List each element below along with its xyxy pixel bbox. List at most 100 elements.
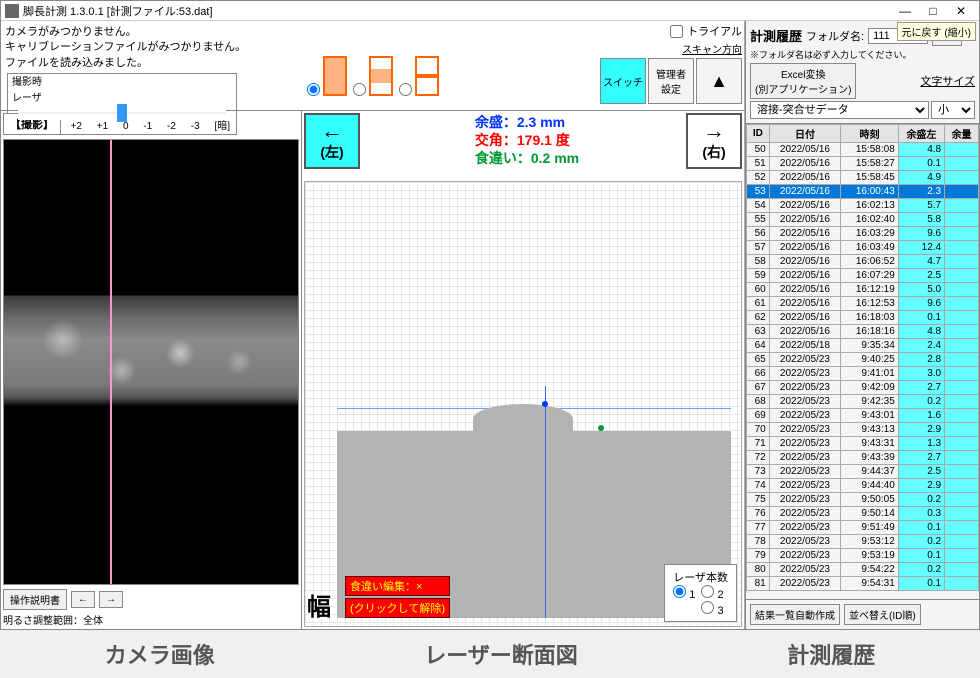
table-row[interactable]: 812022/05/239:54:310.1 — [747, 577, 979, 591]
table-row[interactable]: 642022/05/189:35:342.4 — [747, 339, 979, 353]
history-footer: 結果一覧自動作成 並べ替え(ID順) — [746, 599, 979, 629]
laser-count-label: レーザ本数 — [673, 569, 728, 585]
window-buttons: — □ ✕ — [891, 2, 975, 20]
center-line — [545, 386, 546, 618]
sort-by-id-button[interactable]: 並べ替え(ID順) — [844, 604, 921, 625]
table-row[interactable]: 752022/05/239:50:050.2 — [747, 493, 979, 507]
table-row[interactable]: 592022/05/1616:07:292.5 — [747, 269, 979, 283]
titlebar: 脚長計測 1.3.0.1 [計測ファイル:53.dat] — □ ✕ — [1, 1, 979, 21]
maximize-button[interactable]: □ — [919, 2, 947, 20]
msg-line1: カメラがみつかりません。 — [5, 25, 297, 40]
history-panel: 計測履歴 フォルダ名: 参照 ※フォルダ名は必ず入力してください。 Excel変… — [745, 21, 979, 629]
caption-history: 計測履歴 — [787, 638, 875, 670]
weld-mode-2[interactable] — [353, 56, 393, 99]
laser-column: ← (左) 余盛：2.3 mm 交角：179.1 度 食違い：0.2 mm → … — [301, 111, 744, 629]
table-row[interactable]: 582022/05/1616:06:524.7 — [747, 255, 979, 269]
left-area: カメラがみつかりません。 キャリブレーションファイルがみつかりません。 ファイル… — [1, 21, 745, 629]
arrow-right-icon: → — [703, 120, 725, 142]
table-row[interactable]: 502022/05/1615:58:084.8 — [747, 143, 979, 157]
trial-label: トライアル — [687, 23, 742, 39]
admin-settings-button[interactable]: 管理者 設定 — [648, 58, 694, 104]
table-row[interactable]: 762022/05/239:50:140.3 — [747, 507, 979, 521]
weld-noise — [4, 140, 298, 584]
window-title: 脚長計測 1.3.0.1 [計測ファイル:53.dat] — [23, 3, 891, 19]
history-header-row: ID 日付 時刻 余盛左 余量 — [747, 125, 979, 143]
table-row[interactable]: 742022/05/239:44:402.9 — [747, 479, 979, 493]
table-row[interactable]: 622022/05/1616:18:030.1 — [747, 311, 979, 325]
camera-left-button[interactable]: ← — [71, 591, 95, 608]
excel-export-button[interactable]: Excel変換 (別アプリケーション) — [750, 63, 856, 99]
angle-value: 179.1 度 — [517, 132, 570, 148]
slider-head-left: 撮影時 — [12, 76, 42, 90]
brightness-range-label: 明るさ調整範囲：全体 — [3, 612, 299, 627]
data-type-select[interactable]: 溶接-突合せデータ — [750, 101, 929, 119]
profile-left-button[interactable]: ← (左) — [304, 113, 360, 169]
app-window: 脚長計測 1.3.0.1 [計測ファイル:53.dat] — □ ✕ 元に戻す … — [0, 0, 980, 630]
laser-count-2[interactable]: 2 — [701, 585, 723, 601]
table-row[interactable]: 652022/05/239:40:252.8 — [747, 353, 979, 367]
minimize-button[interactable]: — — [891, 2, 919, 20]
laser-count-1[interactable]: 1 — [673, 585, 695, 601]
misalign-edit-label[interactable]: 食違い編集：× — [345, 576, 450, 596]
folder-note: ※フォルダ名は必ず入力してください。 — [750, 48, 975, 61]
edit-status-labels[interactable]: 食違い編集：× (クリックして解除) — [345, 576, 450, 620]
table-row[interactable]: 522022/05/1615:58:454.9 — [747, 171, 979, 185]
edge-marker — [598, 425, 604, 431]
camera-column: 【撮影】 操作説明書 ← → 明るさ調整範囲：全体 — [1, 111, 301, 629]
table-row[interactable]: 732022/05/239:44:372.5 — [747, 465, 979, 479]
table-row[interactable]: 562022/05/1616:03:299.6 — [747, 227, 979, 241]
table-row[interactable]: 792022/05/239:53:190.1 — [747, 549, 979, 563]
profile-right-button[interactable]: → (右) — [686, 113, 742, 169]
scan-up-button[interactable]: ▲ — [696, 58, 742, 104]
table-row[interactable]: 712022/05/239:43:311.3 — [747, 437, 979, 451]
caption-camera: カメラ画像 — [105, 638, 215, 670]
auto-create-list-button[interactable]: 結果一覧自動作成 — [750, 604, 840, 625]
table-row[interactable]: 632022/05/1616:18:164.8 — [747, 325, 979, 339]
table-row[interactable]: 682022/05/239:42:350.2 — [747, 395, 979, 409]
font-size-select[interactable]: 小 — [931, 101, 975, 119]
weld-mode-radios — [307, 45, 439, 110]
camera-view[interactable] — [3, 139, 299, 585]
table-row[interactable]: 662022/05/239:41:013.0 — [747, 367, 979, 381]
laser-count-box: レーザ本数 1 2 0 3 — [664, 564, 737, 622]
weld-mode-3[interactable] — [399, 56, 439, 99]
profile-graph[interactable]: 幅 食違い編集：× (クリックして解除) レーザ本数 1 2 — [304, 181, 742, 627]
history-table-wrap[interactable]: ID 日付 時刻 余盛左 余量 502022/05/1615:58:084.85… — [746, 124, 979, 599]
table-row[interactable]: 552022/05/1616:02:405.8 — [747, 213, 979, 227]
font-size-label: 文字サイズ — [920, 73, 975, 89]
table-row[interactable]: 692022/05/239:43:011.6 — [747, 409, 979, 423]
brightness-slider[interactable] — [18, 106, 226, 120]
msg-line2: キャリブレーションファイルがみつかりません。 — [5, 40, 297, 55]
laser-line-overlay — [110, 140, 112, 584]
trial-checkbox[interactable] — [670, 25, 683, 38]
table-row[interactable]: 602022/05/1616:12:195.0 — [747, 283, 979, 297]
table-row[interactable]: 542022/05/1616:02:135.7 — [747, 199, 979, 213]
scan-direction-label: スキャン方向 — [682, 41, 742, 56]
msg-line3: ファイルを読み込みました。 — [5, 56, 297, 71]
app-icon — [5, 4, 19, 18]
slider-thumb[interactable] — [117, 104, 127, 122]
table-row[interactable]: 782022/05/239:53:120.2 — [747, 535, 979, 549]
table-row[interactable]: 612022/05/1616:12:539.6 — [747, 297, 979, 311]
table-row[interactable]: 572022/05/1616:03:4912.4 — [747, 241, 979, 255]
laser-count-3[interactable]: 3 — [701, 601, 723, 617]
profile-left-label: (左) — [320, 142, 343, 162]
table-row[interactable]: 772022/05/239:51:490.1 — [747, 521, 979, 535]
weld-mode-1[interactable] — [307, 56, 347, 99]
table-row[interactable]: 722022/05/239:43:392.7 — [747, 451, 979, 465]
switch-button[interactable]: スイッチ — [600, 58, 646, 104]
click-to-release-label[interactable]: (クリックして解除) — [345, 598, 450, 618]
profile-hump — [473, 404, 573, 434]
camera-right-button[interactable]: → — [99, 591, 123, 608]
caption-row: カメラ画像 レーザー断面図 計測履歴 — [0, 630, 980, 678]
table-row[interactable]: 672022/05/239:42:092.7 — [747, 381, 979, 395]
width-label: 幅 — [307, 587, 331, 622]
arrow-left-icon: ← — [321, 120, 343, 142]
close-button[interactable]: ✕ — [947, 2, 975, 20]
manual-button[interactable]: 操作説明書 — [3, 589, 67, 610]
table-row[interactable]: 512022/05/1615:58:270.1 — [747, 157, 979, 171]
table-row[interactable]: 532022/05/1616:00:432.3 — [747, 185, 979, 199]
table-row[interactable]: 802022/05/239:54:220.2 — [747, 563, 979, 577]
misalignment-value: 0.2 mm — [531, 150, 579, 166]
table-row[interactable]: 702022/05/239:43:132.9 — [747, 423, 979, 437]
